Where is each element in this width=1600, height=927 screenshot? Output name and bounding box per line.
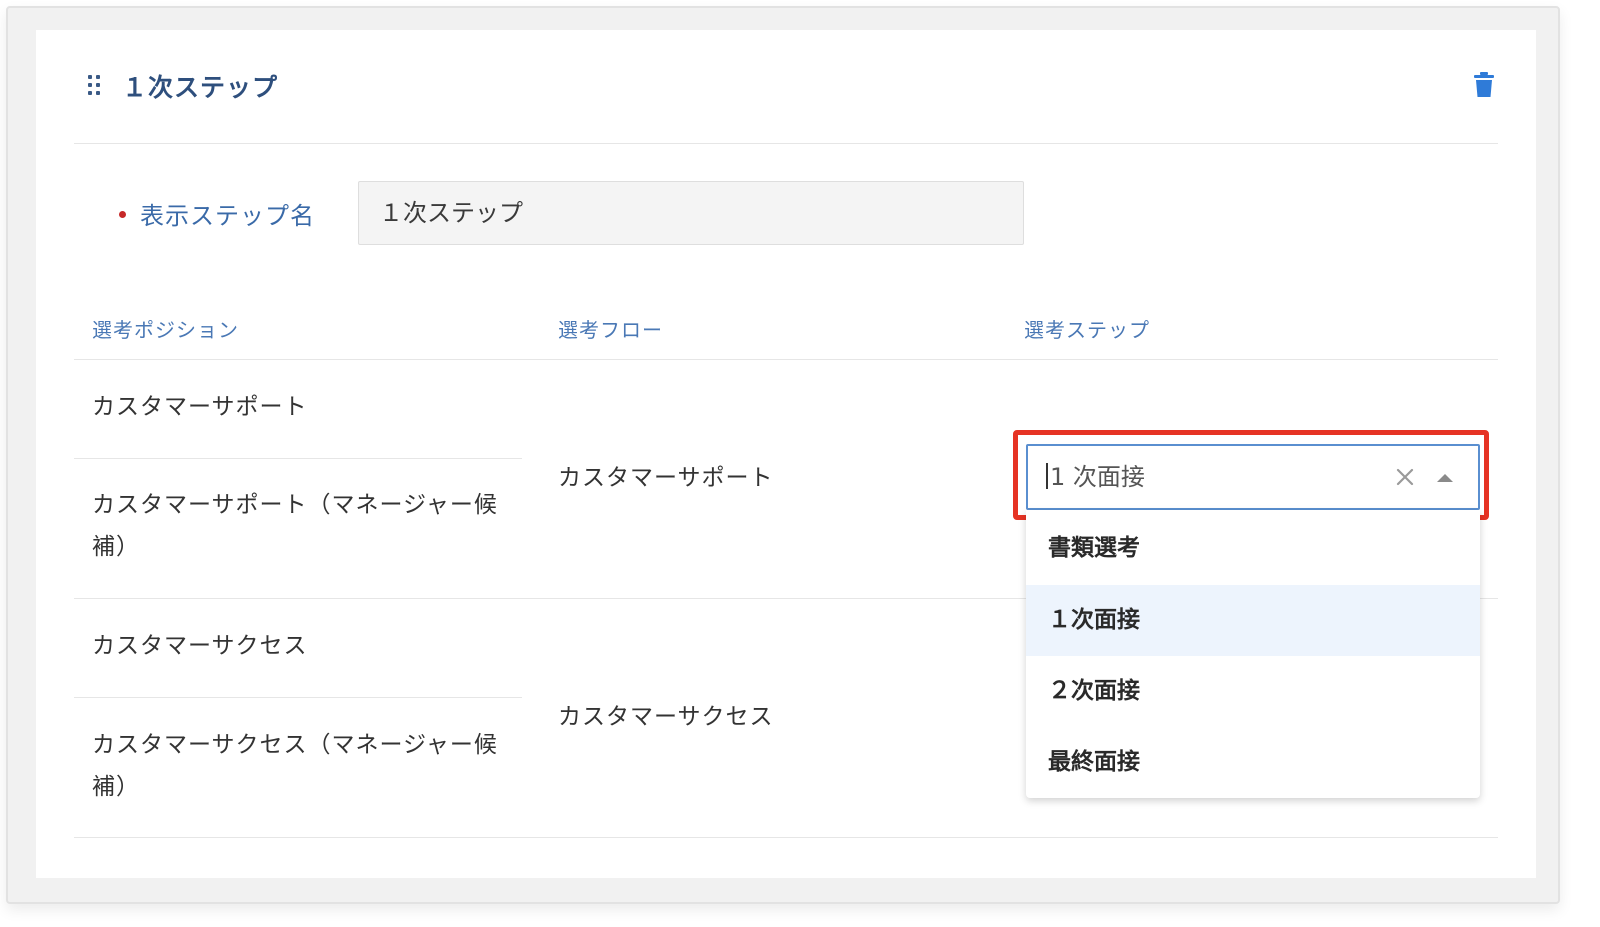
- column-header-step: 選考ステップ: [1024, 318, 1150, 342]
- required-indicator: [119, 211, 126, 218]
- table-header: 選考ポジション 選考フロー 選考ステップ: [74, 300, 1498, 360]
- option-second-interview[interactable]: ２次面接: [1026, 656, 1480, 727]
- step-select-text: 1 次面接: [1050, 463, 1145, 491]
- text-cursor: [1046, 463, 1048, 489]
- position-cell: カスタマーサポート: [92, 394, 308, 420]
- drag-handle-icon[interactable]: [88, 75, 104, 97]
- flow-cell: カスタマーサポート: [558, 465, 774, 491]
- trash-icon[interactable]: [1474, 72, 1494, 98]
- arrow-up-icon[interactable]: [1436, 470, 1454, 484]
- step-select-value[interactable]: 1 次面接: [1046, 458, 1145, 496]
- display-step-name-label: 表示ステップ名: [140, 202, 315, 230]
- row-divider: [74, 458, 522, 459]
- row-divider: [74, 697, 522, 698]
- option-document-screening[interactable]: 書類選考: [1026, 513, 1480, 584]
- display-step-name-input[interactable]: １次ステップ: [358, 181, 1024, 245]
- column-header-flow: 選考フロー: [558, 318, 663, 342]
- step-dropdown-menu: 書類選考 １次面接 ２次面接 最終面接: [1026, 510, 1480, 798]
- step-select[interactable]: 1 次面接: [1026, 444, 1480, 510]
- position-cell: カスタマーサポート（マネージャー候補）: [92, 492, 498, 560]
- step-card: １次ステップ 表示ステップ名 １次ステップ 選考ポジション 選考フロー 選考ステ…: [36, 30, 1536, 878]
- clear-icon[interactable]: [1392, 464, 1418, 490]
- position-cell: カスタマーサクセス（マネージャー候補）: [92, 732, 498, 800]
- step-card-header: １次ステップ: [74, 30, 1498, 144]
- step-title: １次ステップ: [122, 73, 279, 102]
- column-header-position: 選考ポジション: [92, 318, 239, 342]
- position-cell: カスタマーサクセス: [92, 633, 308, 659]
- flow-cell: カスタマーサクセス: [558, 704, 774, 730]
- option-first-interview[interactable]: １次面接: [1026, 585, 1480, 656]
- option-final-interview[interactable]: 最終面接: [1026, 727, 1480, 798]
- screenshot-frame: １次ステップ 表示ステップ名 １次ステップ 選考ポジション 選考フロー 選考ステ…: [6, 6, 1560, 904]
- table-bottom-divider: [74, 837, 1498, 838]
